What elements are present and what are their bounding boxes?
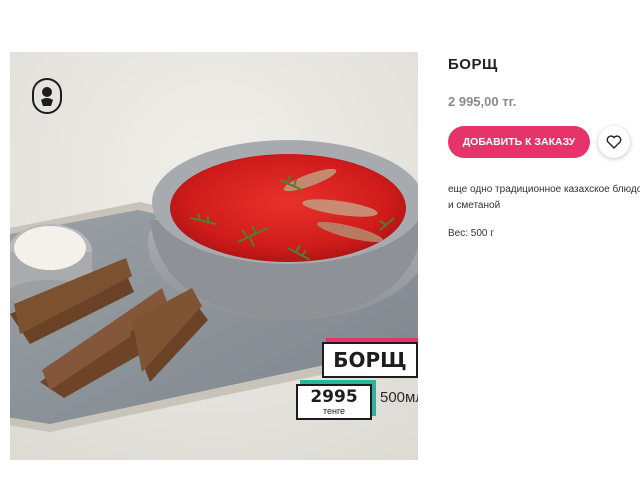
product-title: БОРЩ <box>448 56 498 73</box>
product-price: 2 995,00 тг. <box>448 94 517 109</box>
photo-price-badge: 2995 тенге <box>296 384 372 420</box>
photo-weight-label: 500мл <box>380 389 418 406</box>
photo-price-value: 2995 <box>310 386 358 407</box>
photo-title-badge: БОРЩ <box>322 342 418 378</box>
heart-icon <box>606 135 622 149</box>
photo-price-currency: тенге <box>322 405 346 416</box>
product-weight: Вес: 500 г <box>448 228 494 239</box>
description-line: и сметаной <box>448 200 501 211</box>
add-to-order-button[interactable]: ДОБАВИТЬ К ЗАКАЗУ <box>448 126 590 158</box>
product-description: еще одно традиционное казахское блюдо. и… <box>448 182 640 214</box>
description-line: еще одно традиционное казахское блюдо. <box>448 184 640 195</box>
brand-logo-icon <box>32 78 62 114</box>
product-image: БОРЩ 2995 тенге 500мл <box>10 52 418 460</box>
favorite-button[interactable] <box>598 126 630 158</box>
